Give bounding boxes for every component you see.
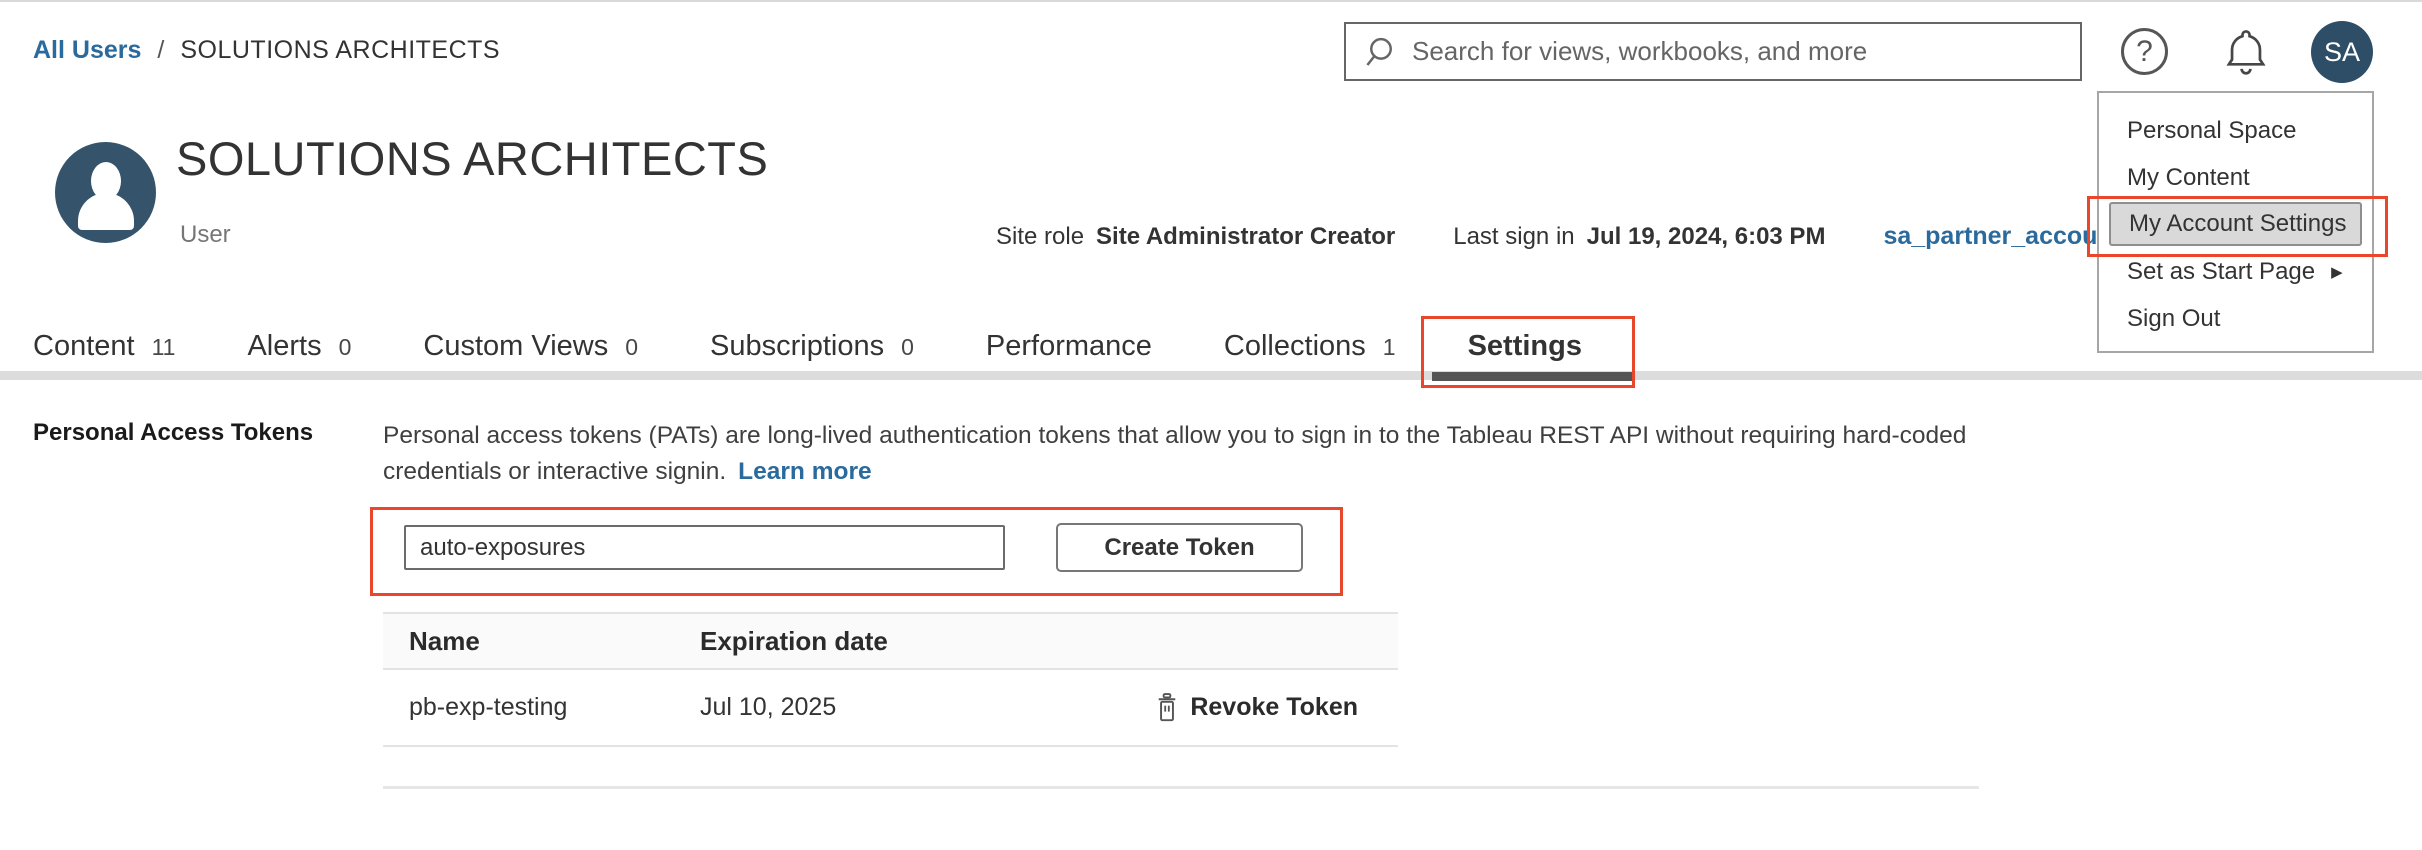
column-header-name: Name bbox=[383, 626, 700, 657]
active-tab-indicator bbox=[1432, 372, 1633, 381]
revoke-token-label: Revoke Token bbox=[1190, 693, 1358, 722]
menu-item-personal-space[interactable]: Personal Space bbox=[2099, 107, 2372, 154]
tabs-bar: Content 11 Alerts 0 Custom Views 0 Subsc… bbox=[33, 330, 1582, 363]
question-mark-icon: ? bbox=[2136, 35, 2153, 69]
tabs-underline-track bbox=[0, 371, 2422, 380]
token-table: Name Expiration date pb-exp-testing Jul … bbox=[383, 612, 1398, 747]
profile-type-label: User bbox=[180, 221, 231, 249]
help-button[interactable]: ? bbox=[2121, 28, 2168, 75]
search-box[interactable] bbox=[1344, 22, 2082, 81]
person-icon-body bbox=[78, 193, 134, 230]
pat-description-line1: Personal access tokens (PATs) are long-l… bbox=[383, 418, 1966, 454]
breadcrumb-all-users-link[interactable]: All Users bbox=[33, 36, 141, 65]
bell-icon bbox=[2221, 24, 2271, 78]
tab-performance[interactable]: Performance bbox=[986, 330, 1152, 363]
avatar-initials: SA bbox=[2324, 37, 2360, 68]
menu-item-sign-out[interactable]: Sign Out bbox=[2099, 295, 2372, 342]
section-bottom-divider bbox=[383, 786, 1979, 789]
tab-subscriptions[interactable]: Subscriptions 0 bbox=[710, 330, 914, 363]
breadcrumb: All Users / SOLUTIONS ARCHITECTS bbox=[33, 36, 500, 65]
create-token-button[interactable]: Create Token bbox=[1056, 523, 1303, 572]
search-input[interactable] bbox=[1398, 24, 2080, 79]
submenu-arrow-icon: ▶ bbox=[2331, 263, 2343, 281]
profile-avatar bbox=[55, 142, 156, 243]
account-name-link[interactable]: sa_partner_accou bbox=[1883, 222, 2097, 251]
learn-more-link[interactable]: Learn more bbox=[738, 458, 871, 485]
table-row: pb-exp-testing Jul 10, 2025 Revoke Token bbox=[383, 670, 1398, 747]
tab-settings[interactable]: Settings bbox=[1468, 330, 1582, 363]
breadcrumb-separator: / bbox=[157, 36, 164, 65]
breadcrumb-current-page: SOLUTIONS ARCHITECTS bbox=[180, 36, 500, 65]
site-role-label: Site role bbox=[996, 223, 1084, 251]
tab-content[interactable]: Content 11 bbox=[33, 330, 175, 363]
user-avatar-button[interactable]: SA bbox=[2311, 21, 2373, 83]
tab-custom-views[interactable]: Custom Views 0 bbox=[423, 330, 638, 363]
tab-collections[interactable]: Collections 1 bbox=[1224, 330, 1396, 363]
last-sign-in-value: Jul 19, 2024, 6:03 PM bbox=[1587, 223, 1826, 251]
token-expiration-cell: Jul 10, 2025 bbox=[700, 693, 1154, 722]
pat-description-line2: credentials or interactive signin. bbox=[383, 458, 726, 485]
search-icon bbox=[1364, 35, 1398, 69]
token-name-input[interactable] bbox=[404, 525, 1005, 570]
menu-item-set-as-start-page[interactable]: Set as Start Page ▶ bbox=[2099, 248, 2372, 295]
menu-item-my-content[interactable]: My Content bbox=[2099, 154, 2372, 201]
profile-meta-row: Site role Site Administrator Creator Las… bbox=[996, 222, 2097, 251]
page-title: SOLUTIONS ARCHITECTS bbox=[176, 131, 768, 186]
column-header-expiration: Expiration date bbox=[700, 626, 1398, 657]
revoke-token-button[interactable]: Revoke Token bbox=[1154, 692, 1398, 723]
token-table-header: Name Expiration date bbox=[383, 612, 1398, 670]
site-role-value: Site Administrator Creator bbox=[1096, 223, 1395, 251]
tab-alerts[interactable]: Alerts 0 bbox=[247, 330, 351, 363]
user-dropdown-menu: Personal Space My Content My Account Set… bbox=[2097, 91, 2374, 353]
pat-description: Personal access tokens (PATs) are long-l… bbox=[383, 418, 1966, 490]
trash-icon bbox=[1154, 692, 1180, 723]
top-divider bbox=[0, 0, 2422, 2]
notifications-button[interactable] bbox=[2221, 24, 2271, 78]
token-name-cell: pb-exp-testing bbox=[383, 693, 700, 722]
pat-section-label: Personal Access Tokens bbox=[33, 419, 313, 447]
tableau-user-settings-page: All Users / SOLUTIONS ARCHITECTS ? SA SO… bbox=[0, 0, 2422, 850]
menu-item-my-account-settings[interactable]: My Account Settings bbox=[2109, 202, 2362, 246]
last-sign-in-label: Last sign in bbox=[1453, 223, 1574, 251]
